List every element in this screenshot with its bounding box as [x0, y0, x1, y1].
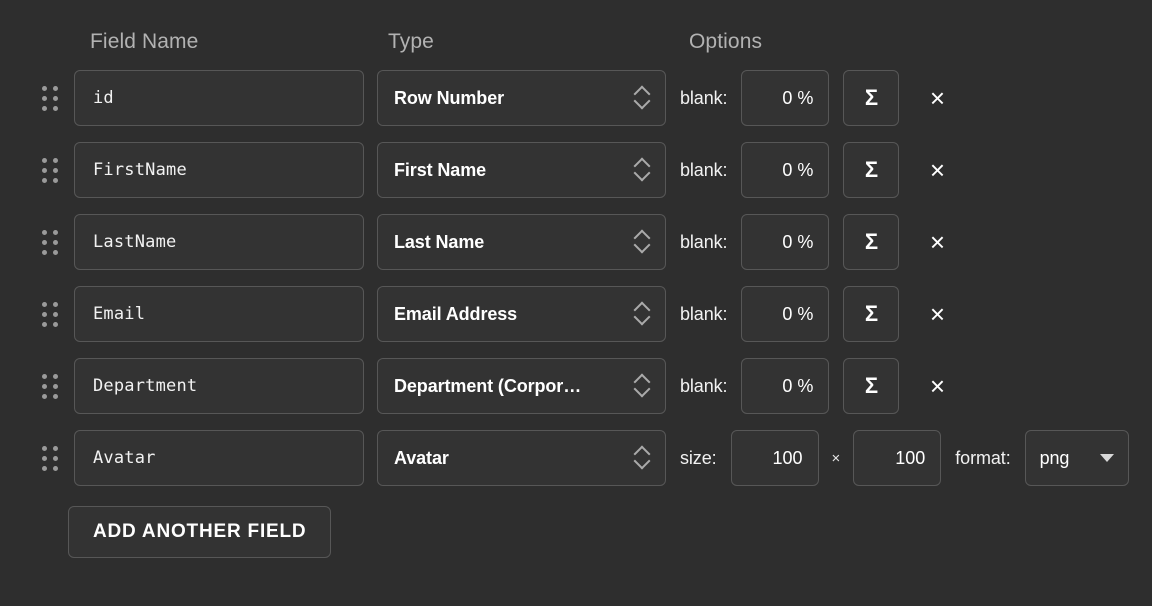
sigma-icon-button[interactable]: Σ [843, 142, 900, 198]
field-row: Row Number blank: Σ × [30, 70, 1152, 126]
chevron-down-icon [1099, 454, 1114, 462]
remove-field-button[interactable]: × [915, 364, 959, 408]
field-type-label: Email Address [394, 303, 518, 324]
blank-percent-input[interactable] [741, 142, 830, 198]
add-another-field-button[interactable]: ADD ANOTHER FIELD [68, 506, 332, 558]
chevron-up-down-icon [635, 85, 649, 111]
field-type-label: Avatar [394, 447, 449, 468]
chevron-up-down-icon [635, 445, 649, 471]
chevron-up-down-icon [635, 157, 649, 183]
blank-percent-input[interactable] [741, 214, 830, 270]
field-type-label: First Name [394, 159, 487, 180]
close-icon: × [929, 371, 946, 401]
chevron-up-down-icon [635, 229, 649, 255]
blank-percent-input[interactable] [741, 286, 830, 342]
sigma-icon-button[interactable]: Σ [843, 214, 900, 270]
remove-field-button[interactable]: × [915, 220, 959, 264]
field-row: Avatar size: × format: png [30, 430, 1152, 486]
sigma-icon-button[interactable]: Σ [843, 70, 900, 126]
drag-handle-icon[interactable] [36, 80, 64, 116]
remove-field-button[interactable]: × [915, 76, 959, 120]
chevron-up-down-icon [635, 301, 649, 327]
column-header-type: Type [388, 30, 434, 53]
drag-handle-icon[interactable] [36, 440, 64, 476]
field-row: First Name blank: Σ × [30, 142, 1152, 198]
field-type-label: Row Number [394, 87, 505, 108]
field-type-select[interactable]: Department (Corpor… [377, 358, 666, 414]
drag-handle-icon[interactable] [36, 368, 64, 404]
avatar-height-input[interactable] [853, 430, 942, 486]
field-builder-page: Field Name Type Options Row Number blank… [0, 0, 1152, 606]
field-name-input[interactable] [74, 214, 364, 270]
avatar-width-input[interactable] [730, 430, 819, 486]
field-type-select[interactable]: First Name [377, 142, 666, 198]
field-row: Last Name blank: Σ × [30, 214, 1152, 270]
field-name-input[interactable] [74, 358, 364, 414]
format-label: format: [955, 447, 1011, 468]
blank-label: blank: [680, 375, 728, 396]
field-options: size: × format: png [680, 430, 1129, 486]
field-row: Email Address blank: Σ × [30, 286, 1152, 342]
field-rows-list: Row Number blank: Σ × First Name [30, 70, 1152, 486]
field-type-label: Last Name [394, 231, 485, 252]
avatar-format-select[interactable]: png [1024, 430, 1129, 486]
avatar-format-value: png [1039, 447, 1070, 468]
field-options: blank: Σ × [680, 286, 959, 342]
blank-label: blank: [680, 231, 728, 252]
size-label: size: [680, 447, 717, 468]
chevron-up-down-icon [635, 373, 649, 399]
blank-label: blank: [680, 87, 728, 108]
remove-field-button[interactable]: × [915, 292, 959, 336]
blank-percent-input[interactable] [741, 70, 830, 126]
field-type-select[interactable]: Email Address [377, 286, 666, 342]
dimension-separator: × [831, 449, 841, 467]
field-options: blank: Σ × [680, 70, 959, 126]
drag-handle-icon[interactable] [36, 296, 64, 332]
field-name-input[interactable] [74, 142, 364, 198]
field-row: Department (Corpor… blank: Σ × [30, 358, 1152, 414]
field-options: blank: Σ × [680, 358, 959, 414]
field-options: blank: Σ × [680, 214, 959, 270]
close-icon: × [929, 155, 946, 185]
drag-handle-icon[interactable] [36, 224, 64, 260]
add-field-area: ADD ANOTHER FIELD [68, 506, 1152, 558]
field-name-input[interactable] [74, 430, 364, 486]
field-options: blank: Σ × [680, 142, 959, 198]
column-header-options: Options [689, 30, 763, 53]
sigma-icon-button[interactable]: Σ [843, 286, 900, 342]
field-name-input[interactable] [74, 286, 364, 342]
remove-field-button[interactable]: × [915, 148, 959, 192]
blank-label: blank: [680, 303, 728, 324]
blank-percent-input[interactable] [741, 358, 830, 414]
blank-label: blank: [680, 159, 728, 180]
sigma-icon: Σ [864, 373, 879, 398]
field-type-select[interactable]: Avatar [377, 430, 666, 486]
sigma-icon: Σ [864, 301, 879, 326]
sigma-icon: Σ [864, 229, 879, 254]
sigma-icon: Σ [864, 157, 879, 182]
column-headers: Field Name Type Options [30, 0, 1152, 70]
drag-handle-icon[interactable] [36, 152, 64, 188]
field-type-label: Department (Corpor… [394, 375, 582, 396]
close-icon: × [929, 83, 946, 113]
field-type-select[interactable]: Row Number [377, 70, 666, 126]
sigma-icon: Σ [864, 85, 879, 110]
column-header-field-name: Field Name [90, 30, 199, 53]
sigma-icon-button[interactable]: Σ [843, 358, 900, 414]
field-name-input[interactable] [74, 70, 364, 126]
field-type-select[interactable]: Last Name [377, 214, 666, 270]
close-icon: × [929, 299, 946, 329]
close-icon: × [929, 227, 946, 257]
